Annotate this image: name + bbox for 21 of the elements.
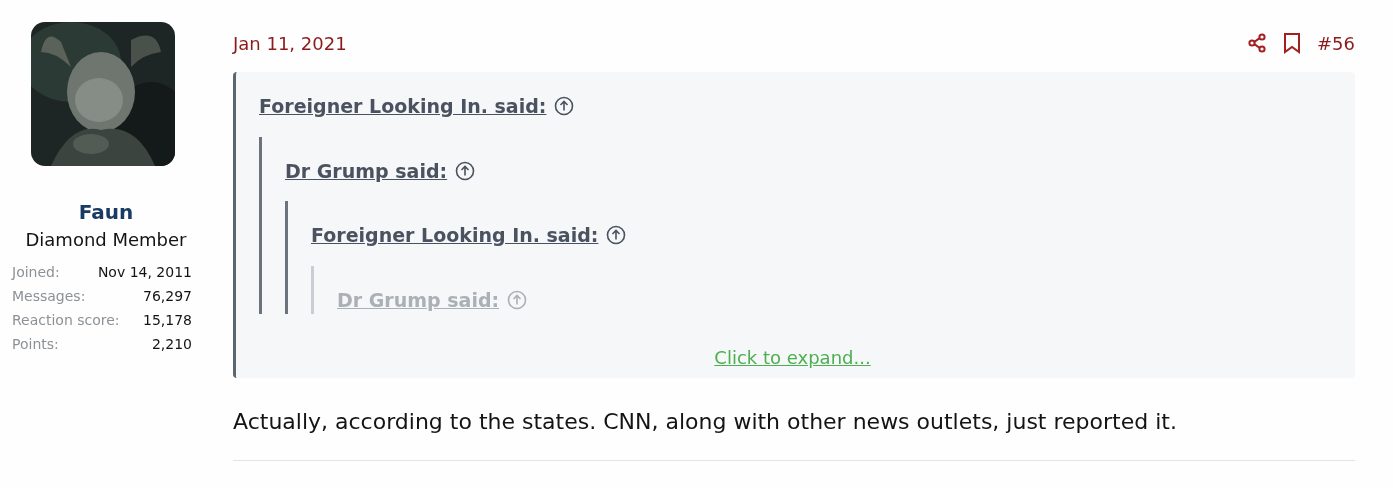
share-icon[interactable] bbox=[1247, 33, 1267, 53]
quote-author-link[interactable]: Dr Grump said: bbox=[285, 156, 448, 185]
post-body: Actually, according to the states. CNN, along with other news outlets, just reported it. bbox=[233, 408, 1178, 436]
arrow-up-circle-icon[interactable] bbox=[455, 160, 476, 181]
quote-author-link[interactable]: Foreigner Looking In. said: bbox=[311, 221, 599, 250]
arrow-up-circle-icon[interactable] bbox=[554, 96, 575, 117]
user-title: Diamond Member bbox=[25, 229, 187, 252]
stat-value: 76,297 bbox=[143, 286, 192, 306]
stat-label: Reaction score: bbox=[12, 310, 120, 330]
arrow-up-circle-icon[interactable] bbox=[606, 225, 627, 246]
username[interactable]: Faun bbox=[78, 200, 134, 225]
stat-label: Points: bbox=[12, 334, 59, 354]
post-number[interactable]: #56 bbox=[1317, 29, 1355, 57]
stat-label: Joined: bbox=[12, 262, 60, 282]
stat-value: 15,178 bbox=[143, 310, 192, 330]
stat-value: 2,210 bbox=[151, 334, 192, 354]
stat-value: Nov 14, 2011 bbox=[97, 262, 192, 282]
stat-label: Messages: bbox=[12, 286, 86, 306]
bookmark-icon[interactable] bbox=[1283, 32, 1301, 54]
post-date[interactable]: Jan 11, 2021 bbox=[233, 29, 347, 57]
quote-author-link[interactable]: Foreigner Looking In. said: bbox=[259, 92, 547, 121]
